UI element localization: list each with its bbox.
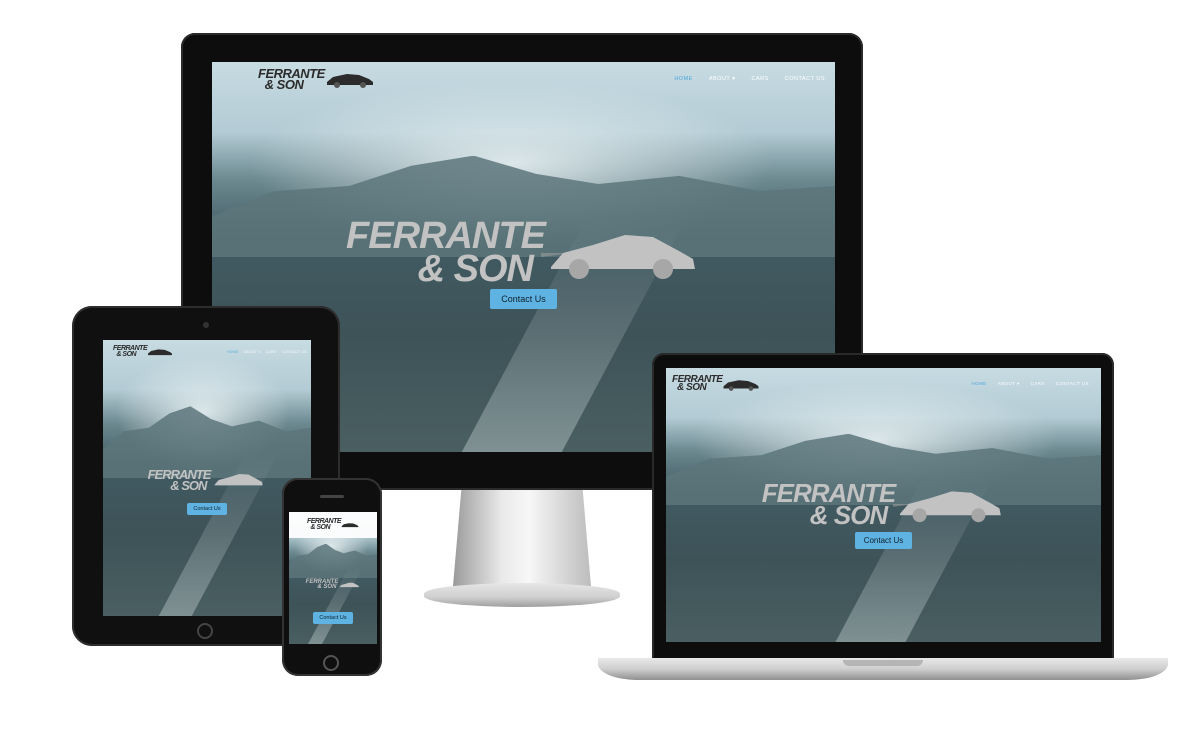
nav-cars[interactable]: CARS xyxy=(266,350,277,354)
car-logo-icon xyxy=(723,380,759,391)
hero-logo: FERRANTE & SON xyxy=(346,217,701,290)
navbar: FERRANTE & SON xyxy=(289,512,377,538)
hero-title-line2: & SON xyxy=(417,247,534,290)
car-logo-icon xyxy=(326,74,373,88)
nav-about[interactable]: ABOUT ▾ xyxy=(998,381,1020,387)
contact-us-button[interactable]: Contact Us xyxy=(187,503,227,516)
laptop-notch xyxy=(843,660,923,666)
hero-logo: FERRANTE & SON xyxy=(306,579,361,591)
tablet-home-button xyxy=(197,623,213,639)
nav-contact[interactable]: CONTACT US xyxy=(785,76,825,82)
monitor-stand xyxy=(453,490,591,586)
tablet-camera xyxy=(203,322,209,328)
hero-car-icon xyxy=(339,582,360,588)
nav-cars[interactable]: CARS xyxy=(1031,381,1045,387)
hero-section: FERRANTE & SON Contact Us xyxy=(289,570,377,625)
brand-logo[interactable]: FERRANTE & SON xyxy=(258,67,375,91)
hero-title-line2: & SON xyxy=(317,584,337,591)
brand-line2: & SON xyxy=(116,351,137,358)
tablet-screen: FERRANTE & SON HOME ABOUT ▾ CARS CONTACT… xyxy=(103,340,311,616)
navbar: FERRANTE & SON HOME ABOUT ▾ CARS CONTACT… xyxy=(103,340,311,364)
nav-about[interactable]: ABOUT ▾ xyxy=(709,76,736,82)
car-logo-icon xyxy=(148,349,173,356)
brand-line2: & SON xyxy=(310,524,331,531)
contact-us-button[interactable]: Contact Us xyxy=(854,531,913,549)
car-logo-icon xyxy=(341,523,359,528)
nav-contact[interactable]: CONTACT US xyxy=(282,350,307,354)
phone-home-button xyxy=(323,655,339,671)
hero-car-icon xyxy=(540,234,695,279)
brand-logo[interactable]: FERRANTE & SON xyxy=(307,518,359,531)
monitor-stand-base xyxy=(424,583,620,607)
brand-line2: & SON xyxy=(677,382,707,393)
hero-car-icon xyxy=(893,491,1002,523)
phone-speaker xyxy=(320,495,344,498)
contact-us-button[interactable]: Contact Us xyxy=(490,289,557,310)
hero-car-icon xyxy=(215,474,264,486)
navbar: FERRANTE & SON HOME ABOUT ▾ CARS CONTACT… xyxy=(212,62,835,96)
contact-us-button[interactable]: Contact Us xyxy=(313,612,353,625)
nav-home[interactable]: HOME xyxy=(227,350,239,354)
brand-logo[interactable]: FERRANTE & SON xyxy=(113,345,173,358)
brand-logo[interactable]: FERRANTE & SON xyxy=(672,374,760,393)
hero-section: FERRANTE & SON Contact Us xyxy=(103,466,311,516)
hero-logo: FERRANTE & SON xyxy=(762,480,1006,529)
navbar: FERRANTE & SON HOME ABOUT ▾ CARS CONTACT… xyxy=(666,368,1101,400)
nav-home[interactable]: HOME xyxy=(674,76,693,82)
nav-about[interactable]: ABOUT ▾ xyxy=(244,350,261,354)
hero-section: FERRANTE & SON Contact Us xyxy=(212,217,835,310)
hero-logo: FERRANTE & SON xyxy=(148,468,267,492)
nav-home[interactable]: HOME xyxy=(971,381,986,387)
phone-screen: FERRANTE & SON FERRANTE & SON Contact Us xyxy=(289,512,377,644)
nav-contact[interactable]: CONTACT US xyxy=(1056,381,1089,387)
nav-cars[interactable]: CARS xyxy=(751,76,768,82)
hero-section: FERRANTE & SON Contact Us xyxy=(666,480,1101,549)
laptop-screen: FERRANTE & SON HOME ABOUT ▾ CARS CONTACT… xyxy=(666,368,1101,642)
